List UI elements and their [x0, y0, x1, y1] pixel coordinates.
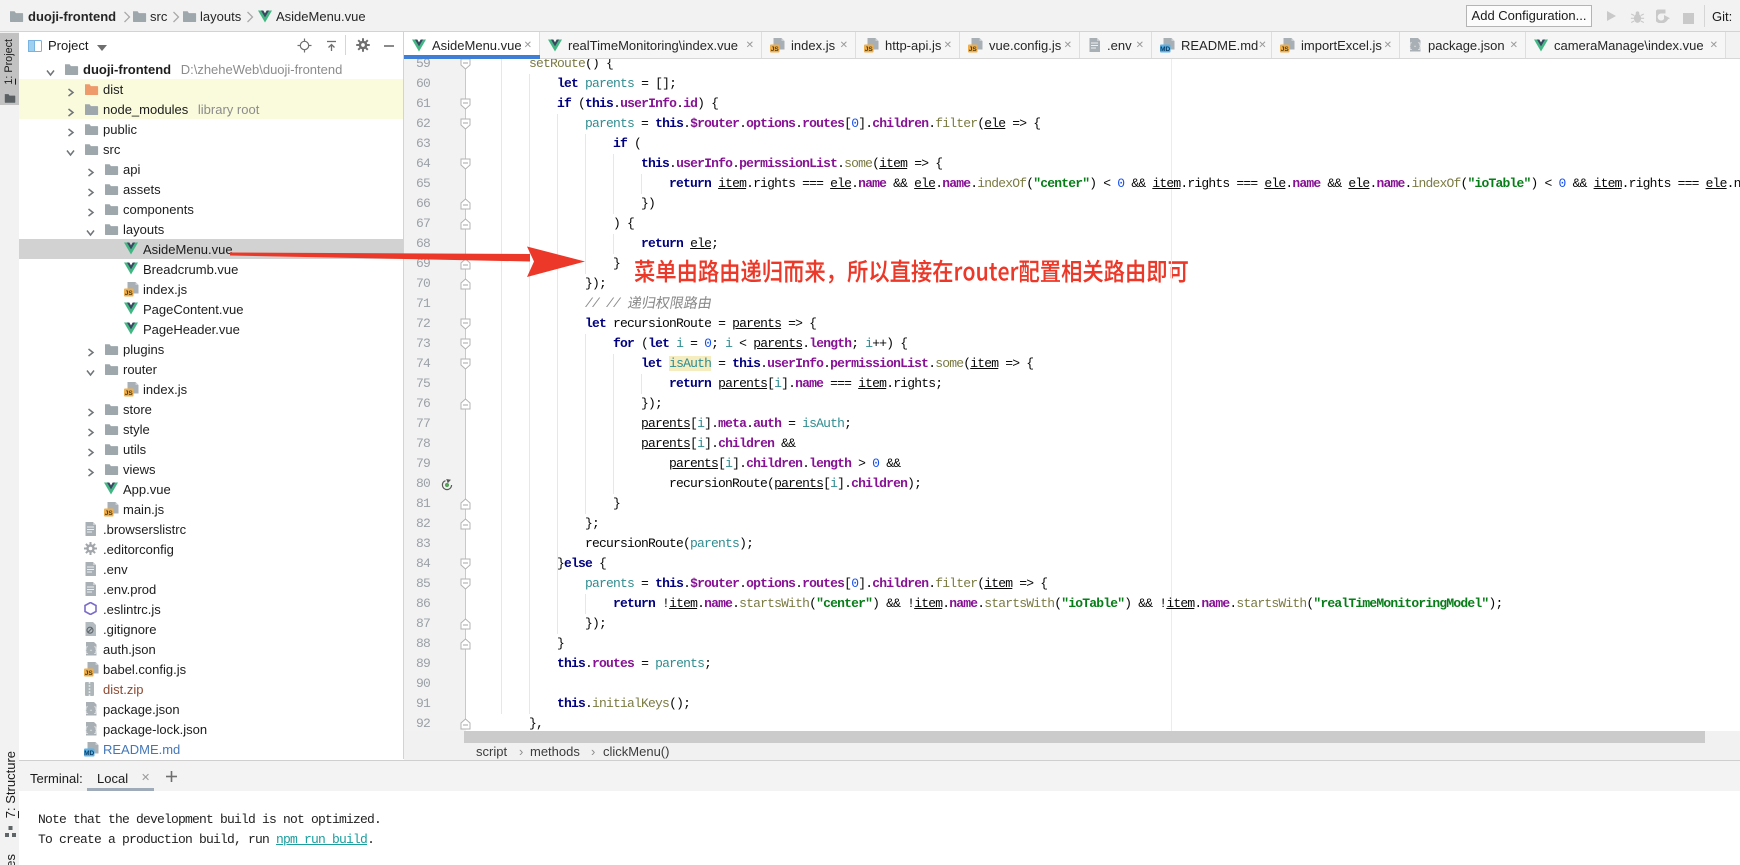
svg-text:JS: JS — [771, 46, 780, 53]
svg-text:{·}: {·} — [84, 647, 98, 656]
svg-text:JS: JS — [125, 390, 134, 397]
svg-text:JS: JS — [969, 46, 978, 53]
svg-text:JS: JS — [865, 46, 874, 53]
svg-text:{·}: {·} — [1408, 43, 1422, 52]
svg-text:JS: JS — [105, 510, 114, 517]
svg-text:{·}: {·} — [84, 707, 98, 716]
svg-text:JS: JS — [85, 670, 94, 677]
svg-text:{·}: {·} — [84, 727, 98, 736]
svg-text:MD: MD — [1160, 46, 1170, 53]
svg-text:JS: JS — [1281, 46, 1290, 53]
svg-text:MD: MD — [84, 750, 94, 757]
